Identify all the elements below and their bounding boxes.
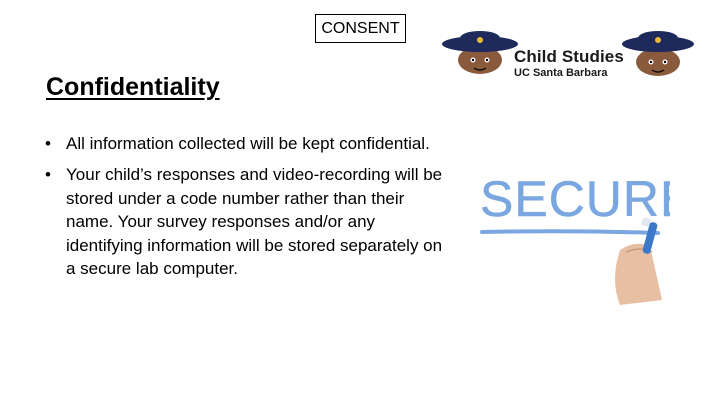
logo-title: Child Studies	[514, 47, 624, 66]
list-item: • All information collected will be kept…	[44, 132, 444, 155]
secure-underline	[480, 229, 660, 235]
bullet-text: Your child’s responses and video-recordi…	[66, 165, 443, 279]
consent-label-box: CONSENT	[315, 14, 406, 43]
page-title: Confidentiality	[46, 73, 220, 101]
secure-image: SECURE	[480, 171, 670, 305]
left-child-icon	[442, 31, 518, 74]
bullet-text: All information collected will be kept c…	[66, 134, 430, 153]
right-child-icon	[622, 31, 694, 76]
consent-label: CONSENT	[321, 19, 400, 37]
bullet-icon: •	[45, 134, 51, 153]
bullet-list: • All information collected will be kept…	[44, 132, 444, 288]
list-item: • Your child’s responses and video-recor…	[44, 163, 444, 280]
logo-subtitle: UC Santa Barbara	[514, 67, 608, 79]
bullet-icon: •	[45, 165, 51, 185]
secure-word: SECURE	[480, 171, 670, 227]
slide: CONSENT Child Studies UC Santa Barbara C…	[0, 0, 720, 405]
